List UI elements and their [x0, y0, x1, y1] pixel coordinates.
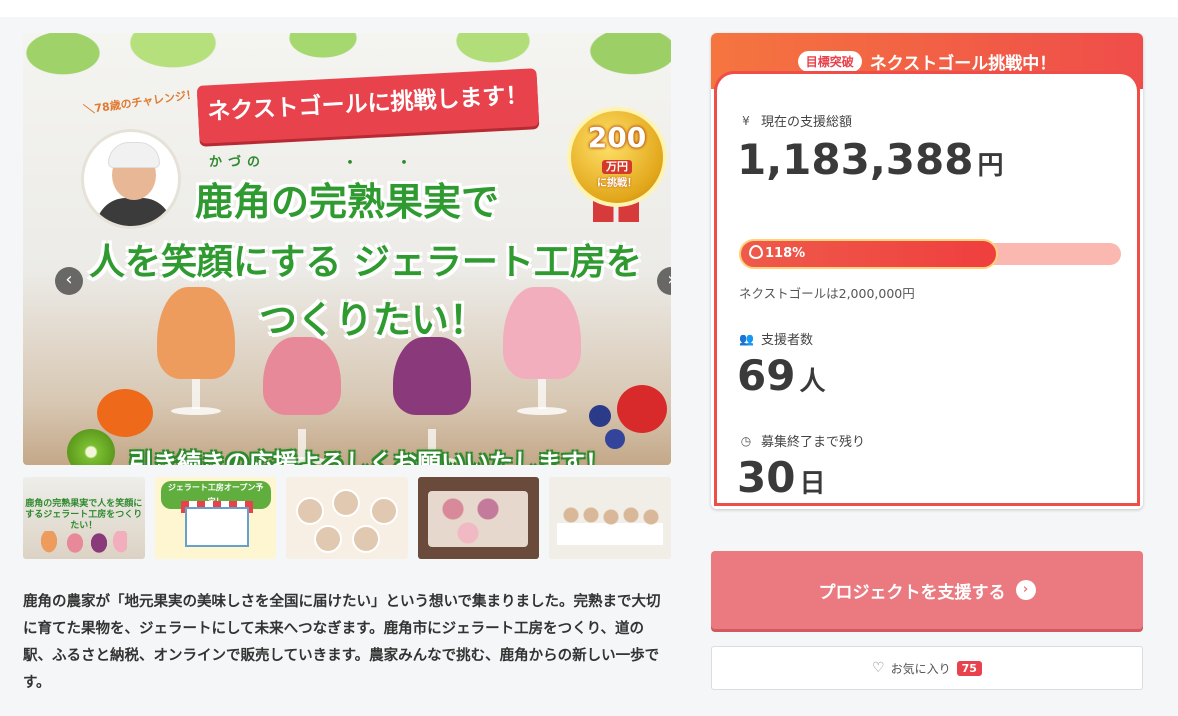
- thumbnail-2[interactable]: ジェラート工房オープン予定！: [154, 477, 277, 559]
- thumbnail-3[interactable]: [286, 477, 408, 559]
- total-label: 現在の支援総額: [761, 115, 853, 130]
- apple-image: [617, 385, 667, 433]
- remaining-value: 30: [737, 453, 796, 502]
- thumbnail-1[interactable]: 鹿角の完熟果実で人を笑顔にするジェラート工房をつくりたい！: [23, 477, 145, 559]
- total-amount: 1,183,388 円: [737, 135, 1004, 184]
- project-main-image[interactable]: ＼78歳のチャレンジ！／ ネクストゴールに挑戦します！ 200 万円 に挑戦！ …: [23, 33, 671, 465]
- supporters-unit: 人: [799, 367, 826, 397]
- card-body: ¥ 現在の支援総額 1,183,388 円 118% ネクストゴールは2,000,…: [714, 71, 1140, 506]
- thumbnail-5[interactable]: [549, 477, 671, 559]
- favorite-label: お気に入り: [890, 661, 951, 676]
- furigana: かづの: [209, 155, 267, 170]
- clock-icon: ◷: [740, 433, 752, 448]
- badge-unit: 万円: [602, 160, 632, 174]
- remaining-label: 募集終了まで残り: [761, 435, 866, 450]
- support-button-label: プロジェクトを支援する: [818, 582, 1006, 603]
- hero-title-line1: 鹿角の完熟果実で: [195, 180, 500, 224]
- gelato-glass: [499, 287, 585, 417]
- heart-icon: ♡: [872, 660, 885, 676]
- thumbnail-4[interactable]: [417, 477, 540, 559]
- progress-bar: 118%: [739, 239, 1121, 269]
- chevron-right-icon[interactable]: ›: [657, 267, 671, 295]
- goal-badge: 200 万円 に挑戦！: [567, 107, 667, 207]
- progress-fill: 118%: [739, 239, 998, 269]
- flame-icon: [749, 245, 763, 259]
- thumbnail-strip: 鹿角の完熟果実で人を笑顔にするジェラート工房をつくりたい！ ジェラート工房オープ…: [23, 477, 671, 559]
- funding-status-card: 目標突破 ネクストゴール挑戦中！ ¥ 現在の支援総額 1,183,388 円 11…: [711, 33, 1143, 509]
- total-unit: 円: [977, 151, 1004, 181]
- remaining-label-row: ◷ 募集終了まで残り: [739, 431, 866, 451]
- hero-title-line2: 人を笑顔にする ジェラート工房を: [89, 242, 642, 283]
- favorite-count: 75: [956, 660, 982, 676]
- users-icon: 👥: [739, 331, 754, 346]
- supporters-label: 支援者数: [761, 333, 814, 348]
- favorite-button[interactable]: ♡ お気に入り 75: [711, 646, 1143, 690]
- chevron-right-icon: ›: [1015, 580, 1036, 600]
- remaining-unit: 日: [799, 469, 826, 499]
- badge-amount: 200: [587, 121, 647, 154]
- farmer-portrait: [81, 129, 181, 229]
- hero-title-line3: つくりたい！: [259, 298, 488, 342]
- goal-achieved-badge: 目標突破: [797, 50, 862, 72]
- kiwi-image: [67, 429, 115, 465]
- chevron-left-icon[interactable]: ‹: [55, 267, 83, 295]
- remaining-days: 30 日: [737, 453, 825, 502]
- total-value: 1,183,388: [737, 135, 974, 184]
- blueberry-image: [589, 405, 611, 427]
- next-goal-text: ネクストゴールは2,000,000円: [739, 286, 915, 301]
- progress-percent: 118%: [765, 246, 806, 261]
- supporters-label-row: 👥 支援者数: [739, 329, 814, 349]
- supporters-value: 69: [737, 351, 796, 400]
- thumbnail-caption: 鹿角の完熟果実で人を笑顔にするジェラート工房をつくりたい！: [25, 499, 143, 531]
- support-project-button[interactable]: プロジェクトを支援する ›: [711, 551, 1143, 629]
- project-description: 鹿角の農家が「地元果実の美味しさを全国に届けたい」という想いで集まりました。完熟…: [23, 594, 661, 691]
- gelato-glass: [153, 287, 239, 417]
- total-label-row: ¥ 現在の支援総額: [739, 111, 853, 131]
- support-thanks-banner: 引き続きの応援よろしくお願いいたします！: [129, 449, 609, 465]
- badge-sub: に挑戦！: [597, 178, 637, 189]
- supporters-count: 69 人: [737, 351, 825, 400]
- card-header-title: ネクストゴール挑戦中！: [869, 53, 1057, 74]
- persimmon-image: [97, 389, 153, 437]
- yen-icon: ¥: [742, 113, 750, 128]
